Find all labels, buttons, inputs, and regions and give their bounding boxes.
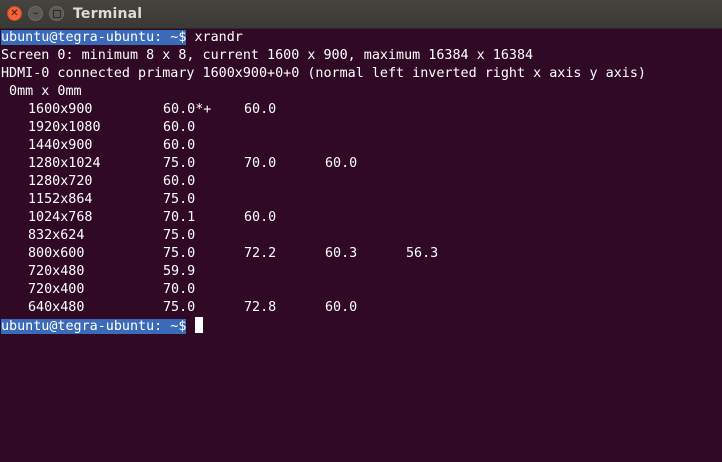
mode-refresh-rate: 72.8 [244, 300, 277, 315]
close-button[interactable]: ✕ [7, 6, 22, 21]
minimize-icon: – [33, 7, 38, 19]
mode-resolution: 720x480 [28, 264, 85, 279]
mode-refresh-rate: 60.0 [163, 120, 196, 135]
window-title: Terminal [73, 6, 143, 22]
title-bar[interactable]: ✕ – Terminal [0, 0, 722, 29]
mode-list: 1600x900 60.0*+ 60.0 1920x1080 60.0 1440x900 6… [1, 101, 721, 317]
mode-refresh-rate: 60.0 [325, 300, 358, 315]
mode-row: 1280x1024 75.0 70.0 60.0 [1, 155, 721, 173]
mode-row: 1920x1080 60.0 [1, 119, 721, 137]
shell-prompt: ubuntu@tegra-ubuntu: ~$ [1, 319, 187, 334]
output-info-line: HDMI-0 connected primary 1600x900+0+0 (n… [1, 66, 646, 81]
mode-refresh-rate: 70.0 [163, 282, 196, 297]
mode-refresh-rate: 56.3 [406, 246, 439, 261]
command-text: xrandr [186, 30, 243, 45]
command-line: ubuntu@tegra-ubuntu: ~$ xrandr [1, 29, 721, 47]
mode-refresh-rate: 75.0 [163, 246, 196, 261]
mode-row: 720x400 70.0 [1, 281, 721, 299]
maximize-button[interactable] [49, 6, 64, 21]
terminal-window: ✕ – Terminal ubuntu@tegra-ubuntu: ~$ xra… [0, 0, 722, 462]
mode-refresh-rate: 60.3 [325, 246, 358, 261]
close-icon: ✕ [10, 7, 19, 19]
mode-refresh-rate: 60.0 [325, 156, 358, 171]
mode-refresh-rate: 60.0 [244, 102, 277, 117]
mode-resolution: 800x600 [28, 246, 85, 261]
text-cursor [194, 317, 203, 333]
mode-row: 1280x720 60.0 [1, 173, 721, 191]
mode-refresh-rate: 70.0 [244, 156, 277, 171]
mode-resolution: 1024x768 [28, 210, 93, 225]
mode-resolution: 1280x1024 [28, 156, 101, 171]
mode-refresh-rate: 60.0 [244, 210, 277, 225]
mode-row: 800x600 75.0 72.2 60.3 56.3 [1, 245, 721, 263]
mode-refresh-rate: 72.2 [244, 246, 277, 261]
mode-row: 1600x900 60.0*+ 60.0 [1, 101, 721, 119]
mode-refresh-rate: 60.0 [163, 174, 196, 189]
mode-row: 832x624 75.0 [1, 227, 721, 245]
mode-resolution: 640x480 [28, 300, 85, 315]
mode-row: 1024x768 70.1 60.0 [1, 209, 721, 227]
mode-resolution: 832x624 [28, 228, 85, 243]
mode-refresh-rate: 60.0*+ [163, 102, 212, 117]
mode-resolution: 1440x900 [28, 138, 93, 153]
mode-resolution: 1600x900 [28, 102, 93, 117]
screen-info-line: Screen 0: minimum 8 x 8, current 1600 x … [1, 48, 534, 63]
minimize-button[interactable]: – [28, 6, 43, 21]
mode-resolution: 1280x720 [28, 174, 93, 189]
mode-refresh-rate: 75.0 [163, 300, 196, 315]
mode-resolution: 1152x864 [28, 192, 93, 207]
mode-resolution: 1920x1080 [28, 120, 101, 135]
mode-row: 1152x864 75.0 [1, 191, 721, 209]
size-info-line: 0mm x 0mm [1, 84, 82, 99]
mode-refresh-rate: 70.1 [163, 210, 196, 225]
mode-resolution: 720x400 [28, 282, 85, 297]
mode-row: 720x480 59.9 [1, 263, 721, 281]
terminal-body[interactable]: ubuntu@tegra-ubuntu: ~$ xrandr Screen 0:… [1, 29, 721, 462]
mode-refresh-rate: 75.0 [163, 192, 196, 207]
active-prompt-line[interactable]: ubuntu@tegra-ubuntu: ~$ [1, 317, 721, 335]
mode-row: 640x480 75.0 72.8 60.0 [1, 299, 721, 317]
mode-row: 1440x900 60.0 [1, 137, 721, 155]
mode-refresh-rate: 75.0 [163, 156, 196, 171]
mode-refresh-rate: 60.0 [163, 138, 196, 153]
maximize-icon [52, 9, 61, 18]
mode-refresh-rate: 75.0 [163, 228, 196, 243]
mode-refresh-rate: 59.9 [163, 264, 196, 279]
shell-prompt: ubuntu@tegra-ubuntu: ~$ [1, 30, 187, 45]
